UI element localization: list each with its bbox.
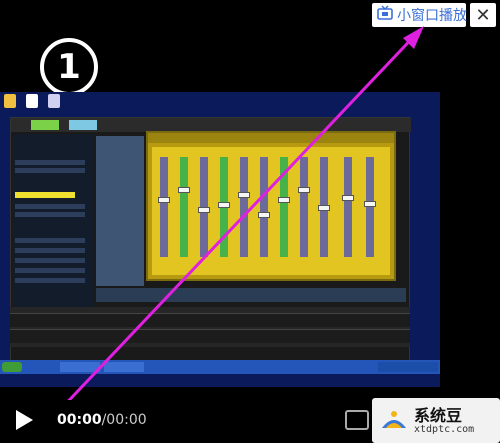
taskbar-item: [104, 362, 144, 372]
fader-knob: [238, 192, 250, 198]
track-rows: [10, 307, 410, 347]
system-tray: [378, 362, 438, 372]
step-marker: 1: [40, 38, 98, 96]
close-icon: ✕: [475, 4, 491, 26]
tv-icon: [377, 5, 393, 25]
routing-highlight: [15, 192, 75, 198]
routing-panel: [13, 134, 93, 314]
time-display: 00:00/00:00: [57, 412, 147, 428]
app-logo-bar: [96, 288, 406, 302]
channel-panel: [96, 136, 144, 286]
fader: [364, 157, 376, 257]
fader-knob: [198, 207, 210, 213]
routing-entry: [15, 268, 85, 273]
fader-knob: [158, 197, 170, 203]
fader-knob: [342, 195, 354, 201]
fader: [178, 157, 190, 257]
track-row: [10, 313, 410, 327]
video-player: 小窗口播放 ✕ 1 ①: [0, 0, 500, 443]
routing-entry: [15, 212, 85, 217]
taskbar-item: [60, 362, 100, 372]
watermark-logo-icon: [382, 411, 406, 428]
fader-knob: [178, 187, 190, 193]
routing-entry: [15, 168, 85, 173]
video-frame: [0, 92, 440, 387]
fader: [342, 157, 354, 257]
fader: [218, 157, 230, 257]
routing-entry: [15, 160, 85, 165]
routing-entry: [15, 248, 85, 253]
track-row: [10, 329, 410, 343]
start-button: [2, 362, 22, 372]
mixer-faders: [152, 147, 390, 275]
fader-knob: [298, 187, 310, 193]
desktop-app-icon: [48, 94, 60, 108]
fader: [258, 157, 270, 257]
duration: 00:00: [106, 412, 147, 428]
fader-knob: [278, 197, 290, 203]
mixer-header: [148, 133, 394, 143]
fader: [158, 157, 170, 257]
fader-knob: [258, 212, 270, 218]
play-button[interactable]: [12, 407, 36, 433]
screen-mode-button[interactable]: [345, 410, 369, 430]
desktop-folder-icon: [4, 94, 16, 108]
current-time: 00:00: [57, 412, 102, 428]
fader: [278, 157, 290, 257]
close-button[interactable]: ✕: [470, 3, 496, 27]
watermark-title: 系统豆: [414, 406, 463, 425]
fader: [238, 157, 250, 257]
app-tab-blue: [69, 120, 97, 130]
mini-window-button[interactable]: 小窗口播放: [372, 3, 467, 27]
app-menubar: [11, 118, 411, 132]
app-tab-green: [31, 120, 59, 130]
fader-knob: [318, 205, 330, 211]
mixer-panel: [146, 131, 396, 281]
fader: [318, 157, 330, 257]
fader: [198, 157, 210, 257]
routing-entry: [15, 238, 85, 243]
windows-taskbar: [0, 360, 440, 374]
desktop-file-icon: [26, 94, 38, 108]
routing-entry: [15, 258, 85, 263]
desktop-icons: [4, 94, 60, 108]
fader: [298, 157, 310, 257]
site-watermark: 系统豆 xtdptc.com: [372, 398, 500, 443]
fader-knob: [218, 202, 230, 208]
play-icon: [16, 410, 33, 430]
routing-entry: [15, 204, 85, 209]
watermark-url: xtdptc.com: [414, 424, 475, 435]
mini-window-label: 小窗口播放: [397, 8, 467, 24]
routing-entry: [15, 278, 85, 283]
fader-knob: [364, 201, 376, 207]
step-marker-number: 1: [57, 47, 81, 87]
